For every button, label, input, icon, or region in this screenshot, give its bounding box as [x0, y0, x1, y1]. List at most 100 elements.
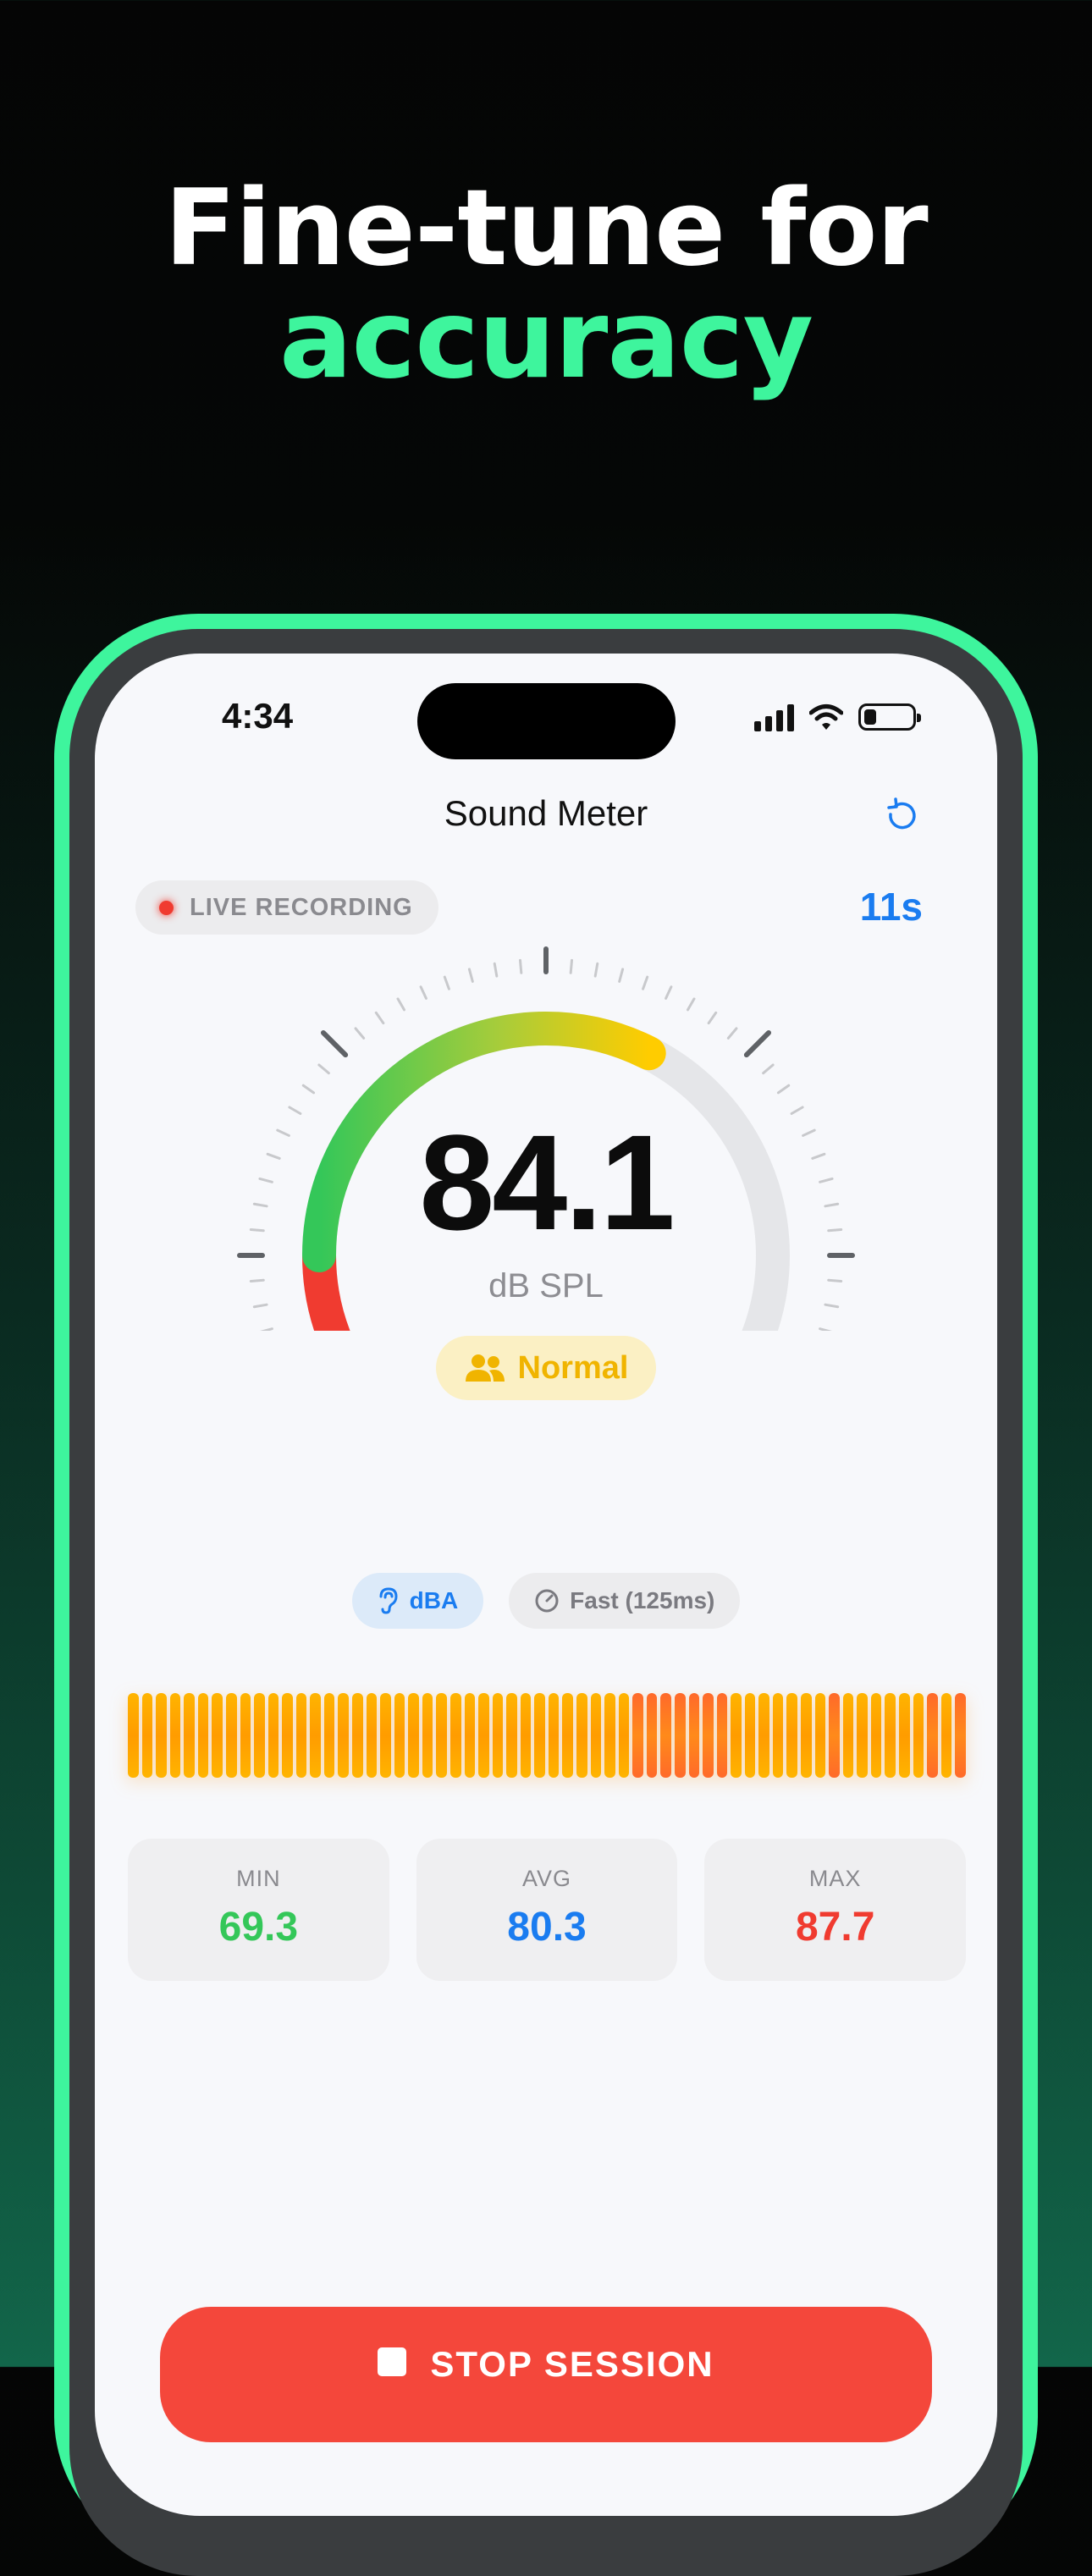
- history-bar: [366, 1693, 378, 1778]
- history-bar: [323, 1693, 335, 1778]
- stat-max-card: MAX 87.7: [704, 1839, 967, 1981]
- live-recording-badge: LIVE RECORDING: [135, 880, 438, 935]
- history-bar: [772, 1693, 784, 1778]
- history-bar: [212, 1693, 223, 1778]
- history-bar: [940, 1693, 952, 1778]
- history-bar: [240, 1693, 251, 1778]
- nav-title: Sound Meter: [444, 793, 648, 833]
- gauge-tick: [762, 1063, 775, 1075]
- history-bar: [688, 1693, 700, 1778]
- history-bar: [857, 1693, 868, 1778]
- gauge-tick: [819, 1327, 832, 1331]
- history-bar: [660, 1693, 671, 1778]
- history-bar: [758, 1693, 769, 1778]
- dynamic-island: [417, 683, 676, 759]
- level-label: Normal: [517, 1349, 629, 1386]
- history-bar: [786, 1693, 797, 1778]
- gauge-tick: [743, 1029, 772, 1058]
- history-bar: [295, 1693, 307, 1778]
- stats-row: MIN 69.3 AVG 80.3 MAX 87.7: [128, 1839, 967, 1981]
- history-bar: [520, 1693, 532, 1778]
- status-time: 4:34: [222, 696, 294, 736]
- stat-max-value: 87.7: [795, 1905, 875, 1950]
- stat-avg-value: 80.3: [507, 1905, 587, 1950]
- gauge-tick: [687, 997, 696, 1012]
- history-bar: [548, 1693, 560, 1778]
- history-bar: [380, 1693, 391, 1778]
- history-bar: [814, 1693, 826, 1778]
- history-bar: [492, 1693, 504, 1778]
- signal-icon: [754, 703, 794, 731]
- gauge-tick: [518, 958, 523, 974]
- gauge-tick: [790, 1106, 804, 1115]
- reset-icon[interactable]: [880, 796, 921, 836]
- history-bar: [927, 1693, 938, 1778]
- history-bar: [156, 1693, 167, 1778]
- gauge-tick: [618, 968, 625, 983]
- history-bar: [870, 1693, 882, 1778]
- history-bar: [408, 1693, 419, 1778]
- history-bar: [646, 1693, 658, 1778]
- db-unit: dB SPL: [488, 1267, 604, 1305]
- weighting-label: dBA: [409, 1587, 459, 1613]
- history-bar: [913, 1693, 924, 1778]
- gauge-tick: [443, 975, 450, 990]
- gauge-tick: [665, 985, 673, 1000]
- stat-max-label: MAX: [808, 1866, 862, 1891]
- stop-session-label: STOP SESSION: [430, 2344, 714, 2384]
- ear-icon: [379, 1587, 398, 1614]
- history-bar: [184, 1693, 195, 1778]
- history-bar: [338, 1693, 349, 1778]
- history-bar: [590, 1693, 602, 1778]
- gauge-tick: [467, 968, 474, 983]
- history-bar: [716, 1693, 728, 1778]
- live-recording-label: LIVE RECORDING: [190, 893, 413, 921]
- db-reading: 84.1: [419, 1106, 675, 1258]
- stat-min-value: 69.3: [218, 1905, 299, 1950]
- history-bar: [534, 1693, 545, 1778]
- history-bar: [310, 1693, 321, 1778]
- elapsed-timer: 11s: [859, 885, 923, 929]
- gauge-tick: [260, 1327, 273, 1331]
- history-bar: [703, 1693, 714, 1778]
- gauge-tick: [707, 1011, 718, 1025]
- history-bar: [394, 1693, 405, 1778]
- history-bar: [352, 1693, 363, 1778]
- battery-icon: [858, 703, 921, 731]
- history-bar: [282, 1693, 293, 1778]
- history-bar: [254, 1693, 265, 1778]
- history-bar: [197, 1693, 209, 1778]
- response-chip[interactable]: Fast (125ms): [509, 1573, 741, 1629]
- history-bar: [422, 1693, 433, 1778]
- gauge-tick: [642, 975, 649, 990]
- history-bar: [842, 1693, 854, 1778]
- stat-min-label: MIN: [236, 1866, 281, 1891]
- gauge-tick: [726, 1027, 738, 1040]
- history-bar: [632, 1693, 643, 1778]
- level-history-bars: [128, 1693, 966, 1778]
- history-bar: [562, 1693, 573, 1778]
- gauge-tick: [493, 962, 499, 978]
- stop-session-button[interactable]: STOP SESSION: [160, 2307, 932, 2442]
- gauge-tick: [419, 985, 427, 1000]
- people-icon: [465, 1354, 505, 1382]
- response-label: Fast (125ms): [570, 1587, 715, 1613]
- history-bar: [898, 1693, 910, 1778]
- history-bar: [576, 1693, 587, 1778]
- history-bar: [169, 1693, 181, 1778]
- gauge-tick: [374, 1011, 385, 1025]
- gauge-tick: [317, 1063, 330, 1075]
- gauge-tick: [396, 997, 405, 1012]
- stat-min-card: MIN 69.3: [128, 1839, 389, 1981]
- recording-dot-icon: [159, 901, 174, 915]
- history-bar: [604, 1693, 615, 1778]
- weighting-chip[interactable]: dBA: [351, 1573, 484, 1629]
- history-bar: [225, 1693, 237, 1778]
- history-bar: [436, 1693, 447, 1778]
- history-bar: [141, 1693, 153, 1778]
- wifi-icon: [809, 704, 843, 730]
- gauge-tick: [320, 1029, 349, 1058]
- headline-title: Fine-tune for: [164, 168, 928, 290]
- settings-chips: dBA Fast (125ms): [95, 1573, 997, 1629]
- history-bar: [128, 1693, 139, 1778]
